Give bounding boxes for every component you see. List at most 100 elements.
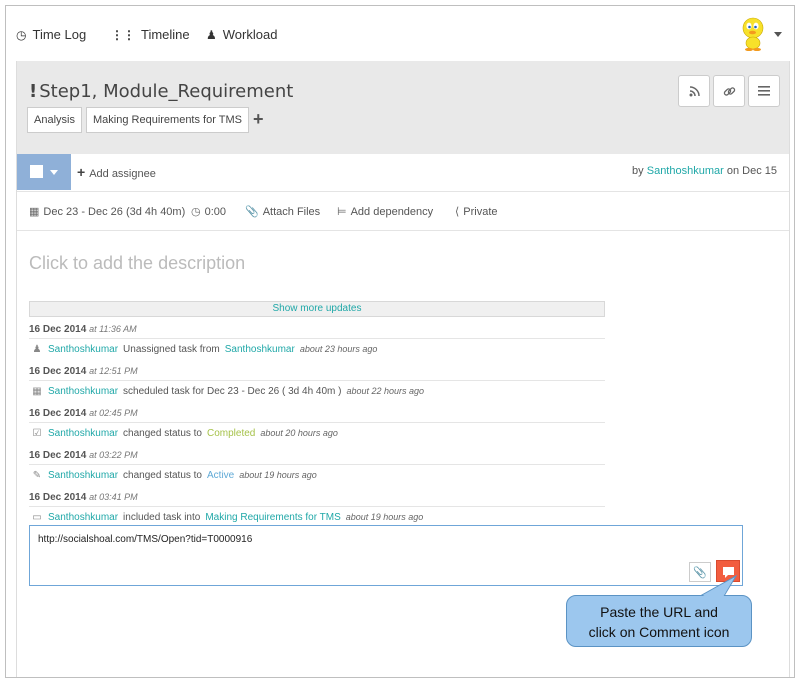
task-title-text: Step1, Module_Requirement — [39, 81, 294, 102]
add-assignee-button[interactable]: + Add assignee — [77, 164, 156, 180]
description-placeholder[interactable]: Click to add the description — [29, 253, 245, 274]
update-time: at 03:41 PM — [89, 492, 138, 502]
update-ago: about 19 hours ago — [345, 512, 424, 522]
comment-submit-button[interactable] — [716, 560, 740, 582]
update-text: included task into — [123, 511, 201, 523]
chevron-down-icon[interactable] — [774, 32, 782, 37]
update-ago: about 23 hours ago — [299, 344, 378, 354]
nav-timeline-label: Timeline — [141, 27, 190, 42]
share-icon: ⟨ — [455, 206, 460, 218]
update-user-link[interactable]: Santhoshkumar — [48, 470, 118, 481]
chevron-down-icon — [50, 170, 58, 175]
app-window: ◷ Time Log ⋮⋮ Timeline ♟ Workload ! Step… — [5, 5, 795, 678]
tag-making-requirements[interactable]: Making Requirements for TMS — [86, 107, 249, 133]
update-user-link[interactable]: Santhoshkumar — [48, 512, 118, 523]
rss-icon — [689, 85, 700, 96]
update-target-link[interactable]: Santhoshkumar — [225, 344, 295, 355]
show-more-updates-button[interactable]: Show more updates — [29, 301, 605, 317]
updates-list: Show more updates 16 Dec 2014 at 11:36 A… — [29, 301, 605, 527]
update-date-text: 16 Dec 2014 — [29, 366, 87, 377]
nav-timeline[interactable]: ⋮⋮ Timeline — [111, 27, 190, 42]
avatar[interactable] — [738, 17, 768, 51]
time-tracked-label: 0:00 — [204, 205, 227, 218]
plus-icon: + — [77, 164, 86, 180]
update-text: Unassigned task from — [123, 343, 220, 355]
update-user-link[interactable]: Santhoshkumar — [48, 344, 118, 355]
update-date: 16 Dec 2014 at 11:36 AM — [29, 324, 605, 339]
add-dependency-button[interactable]: ⊨ Add dependency — [337, 205, 434, 219]
top-nav: ◷ Time Log ⋮⋮ Timeline ♟ Workload — [6, 6, 794, 61]
task-title[interactable]: ! Step1, Module_Requirement — [29, 81, 293, 102]
byline-prefix: by — [632, 165, 644, 177]
user-icon: ♟ — [206, 27, 217, 42]
task-meta-row: ▦ Dec 23 - Dec 26 (3d 4h 40m) ◷ 0:00 📎 A… — [17, 192, 789, 231]
update-date-text: 16 Dec 2014 — [29, 408, 87, 419]
nav-time-log-label: Time Log — [32, 27, 87, 42]
calendar-icon: ▦ — [29, 206, 40, 218]
status-dropdown[interactable] — [17, 154, 71, 190]
update-item: ✎ Santhoshkumar changed status to Active… — [29, 465, 605, 485]
edit-icon: ✎ — [32, 469, 42, 481]
status-checkbox[interactable] — [30, 165, 43, 178]
update-ago: about 20 hours ago — [260, 428, 338, 438]
checkbox-icon: ☑ — [32, 427, 42, 439]
instruction-callout: Paste the URL and click on Comment icon — [566, 595, 752, 647]
menu-button[interactable] — [748, 75, 780, 107]
update-date: 16 Dec 2014 at 03:41 PM — [29, 492, 605, 507]
update-time: at 02:45 PM — [89, 408, 138, 418]
clock-icon: ◷ — [16, 27, 27, 42]
priority-icon: ! — [29, 81, 38, 102]
unassign-icon: ♟ — [32, 343, 42, 355]
update-item: ▭ Santhoshkumar included task into Makin… — [29, 507, 605, 527]
nav-workload-label: Workload — [222, 27, 278, 42]
date-range[interactable]: ▦ Dec 23 - Dec 26 (3d 4h 40m) — [29, 205, 186, 219]
update-ago: about 22 hours ago — [346, 386, 425, 396]
update-user-link[interactable]: Santhoshkumar — [48, 386, 118, 397]
update-text: changed status to — [123, 427, 202, 439]
privacy-label: Private — [463, 205, 498, 218]
date-range-label: Dec 23 - Dec 26 (3d 4h 40m) — [43, 205, 186, 218]
rss-button[interactable] — [678, 75, 710, 107]
time-tracked[interactable]: ◷ 0:00 — [191, 205, 227, 219]
update-time: at 12:51 PM — [89, 366, 138, 376]
comment-icon — [722, 567, 734, 578]
add-tag-icon[interactable]: + — [253, 109, 264, 130]
update-time: at 03:22 PM — [89, 450, 138, 460]
attach-files-button[interactable]: 📎 Attach Files — [245, 205, 321, 219]
link-button[interactable] — [713, 75, 745, 107]
hamburger-icon — [758, 86, 770, 96]
update-target-link[interactable]: Making Requirements for TMS — [205, 512, 340, 523]
update-user-link[interactable]: Santhoshkumar — [48, 428, 118, 439]
comment-input[interactable] — [38, 534, 678, 545]
task-header: ! Step1, Module_Requirement Analysis Maki… — [17, 61, 789, 154]
comment-attach-button[interactable]: 📎 — [689, 562, 711, 582]
tag-analysis[interactable]: Analysis — [27, 107, 82, 133]
author-link[interactable]: Santhoshkumar — [647, 165, 724, 177]
sliders-icon: ⋮⋮ — [111, 27, 135, 42]
update-item: ☑ Santhoshkumar changed status to Comple… — [29, 423, 605, 443]
byline-suffix: on Dec 15 — [726, 165, 777, 177]
update-date-text: 16 Dec 2014 — [29, 324, 87, 335]
update-text: changed status to — [123, 469, 202, 481]
clock-icon: ◷ — [191, 206, 201, 218]
status-active-label: Active — [207, 469, 235, 481]
byline: by Santhoshkumar on Dec 15 — [632, 165, 777, 177]
update-time: at 11:36 AM — [89, 324, 137, 334]
status-completed-label: Completed — [207, 427, 256, 439]
callout-line-1: Paste the URL and — [600, 604, 718, 620]
folder-icon: ▭ — [32, 511, 42, 523]
nav-time-log[interactable]: ◷ Time Log — [16, 27, 86, 42]
update-item: ▦ Santhoshkumar scheduled task for Dec 2… — [29, 381, 605, 401]
update-item: ♟ Santhoshkumar Unassigned task from San… — [29, 339, 605, 359]
update-date: 16 Dec 2014 at 03:22 PM — [29, 450, 605, 465]
nav-workload[interactable]: ♟ Workload — [206, 27, 277, 42]
add-dependency-label: Add dependency — [350, 205, 434, 218]
paperclip-icon: 📎 — [693, 566, 707, 579]
privacy-button[interactable]: ⟨ Private — [455, 205, 498, 219]
update-date-text: 16 Dec 2014 — [29, 450, 87, 461]
update-date-text: 16 Dec 2014 — [29, 492, 87, 503]
add-assignee-label: Add assignee — [89, 168, 156, 180]
link-icon — [723, 86, 735, 96]
attach-files-label: Attach Files — [262, 205, 321, 218]
update-text: scheduled task for Dec 23 - Dec 26 ( 3d … — [123, 385, 342, 397]
